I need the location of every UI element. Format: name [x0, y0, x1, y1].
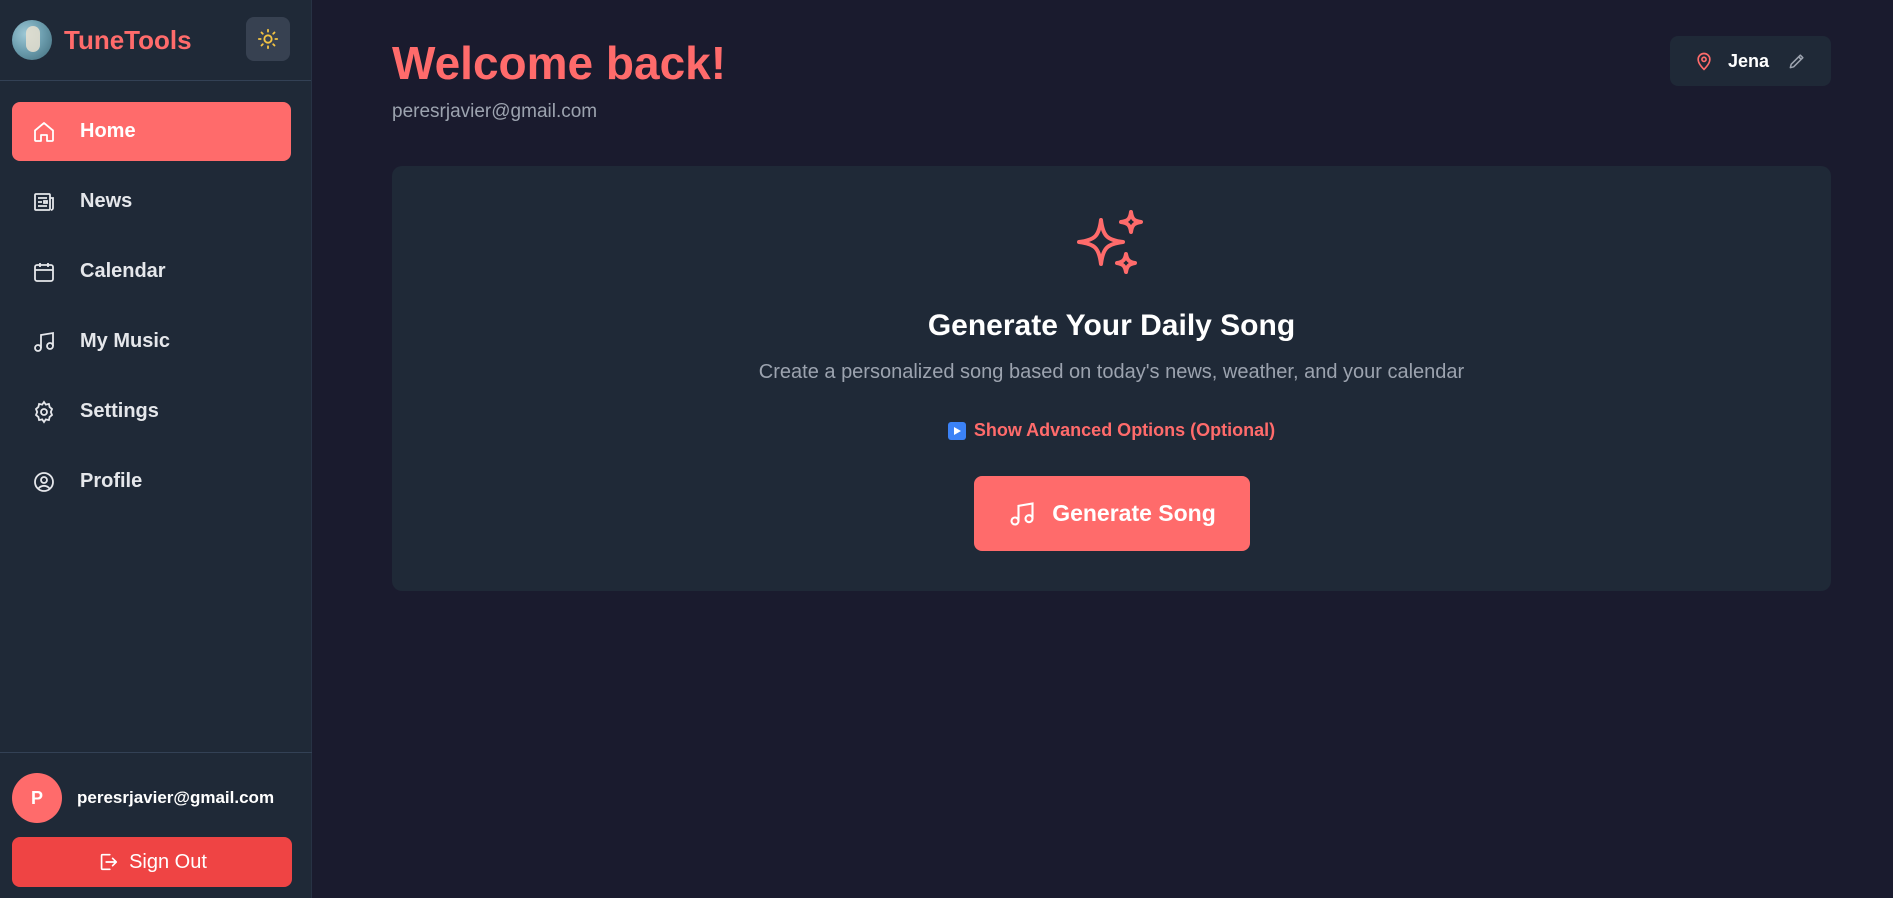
nav-item-label: News — [80, 190, 133, 212]
nav-item-label: Calendar — [80, 260, 166, 282]
generate-song-button[interactable]: Generate Song — [974, 476, 1250, 551]
sign-out-button[interactable]: Sign Out — [12, 837, 292, 887]
card-subtitle: Create a personalized song based on toda… — [758, 361, 1465, 383]
page-title: Welcome back! — [392, 37, 727, 89]
brand-header: TuneTools — [0, 0, 311, 81]
card-title: Generate Your Daily Song — [927, 309, 1296, 342]
generate-song-card: Generate Your Daily Song Create a person… — [392, 166, 1831, 591]
nav-item-label: Profile — [80, 470, 143, 492]
location-name: Jena — [1728, 50, 1770, 71]
music-note-icon — [34, 331, 54, 352]
header-email: peresrjavier@gmail.com — [392, 101, 598, 122]
calendar-icon — [34, 262, 54, 282]
brand-name: TuneTools — [64, 24, 192, 55]
nav-item-home[interactable]: Home — [12, 102, 291, 161]
advanced-options-toggle[interactable]: Show Advanced Options (Optional) — [392, 420, 1831, 441]
nav-item-label: Home — [80, 120, 136, 142]
sun-icon — [257, 28, 279, 50]
nav-item-label: Settings — [80, 400, 159, 422]
generate-song-label: Generate Song — [1052, 500, 1216, 526]
nav-item-label: My Music — [80, 330, 171, 352]
music-note-icon — [1010, 501, 1034, 526]
sign-out-label: Sign Out — [129, 850, 207, 873]
newspaper-icon — [34, 192, 54, 211]
sidebar-footer: P peresrjavier@gmail.com Sign Out — [0, 752, 312, 898]
nav-item-calendar[interactable]: Calendar — [12, 242, 291, 301]
user-info: P peresrjavier@gmail.com — [0, 753, 312, 823]
sparkles-icon — [1077, 210, 1143, 274]
nav-item-profile[interactable]: Profile — [12, 452, 291, 511]
app-logo — [12, 20, 52, 60]
main-nav: Home News Calendar My Music Settings Pro… — [0, 81, 311, 511]
sign-out-icon — [100, 853, 118, 871]
map-pin-icon — [1697, 52, 1711, 71]
advanced-options-label: Show Advanced Options (Optional) — [973, 420, 1276, 440]
user-email: peresrjavier@gmail.com — [77, 788, 275, 807]
nav-item-settings[interactable]: Settings — [12, 382, 291, 441]
home-icon — [34, 121, 54, 142]
avatar: P — [12, 773, 62, 823]
theme-toggle-button[interactable] — [246, 17, 290, 61]
gear-icon — [34, 399, 54, 424]
pencil-icon[interactable] — [1787, 51, 1807, 71]
user-circle-icon — [34, 471, 54, 492]
location-badge[interactable]: Jena — [1670, 36, 1831, 86]
nav-item-my-music[interactable]: My Music — [12, 312, 291, 371]
nav-item-news[interactable]: News — [12, 172, 291, 231]
sidebar: TuneTools Home News Calendar My Music Se… — [0, 0, 312, 898]
play-icon — [947, 421, 966, 440]
